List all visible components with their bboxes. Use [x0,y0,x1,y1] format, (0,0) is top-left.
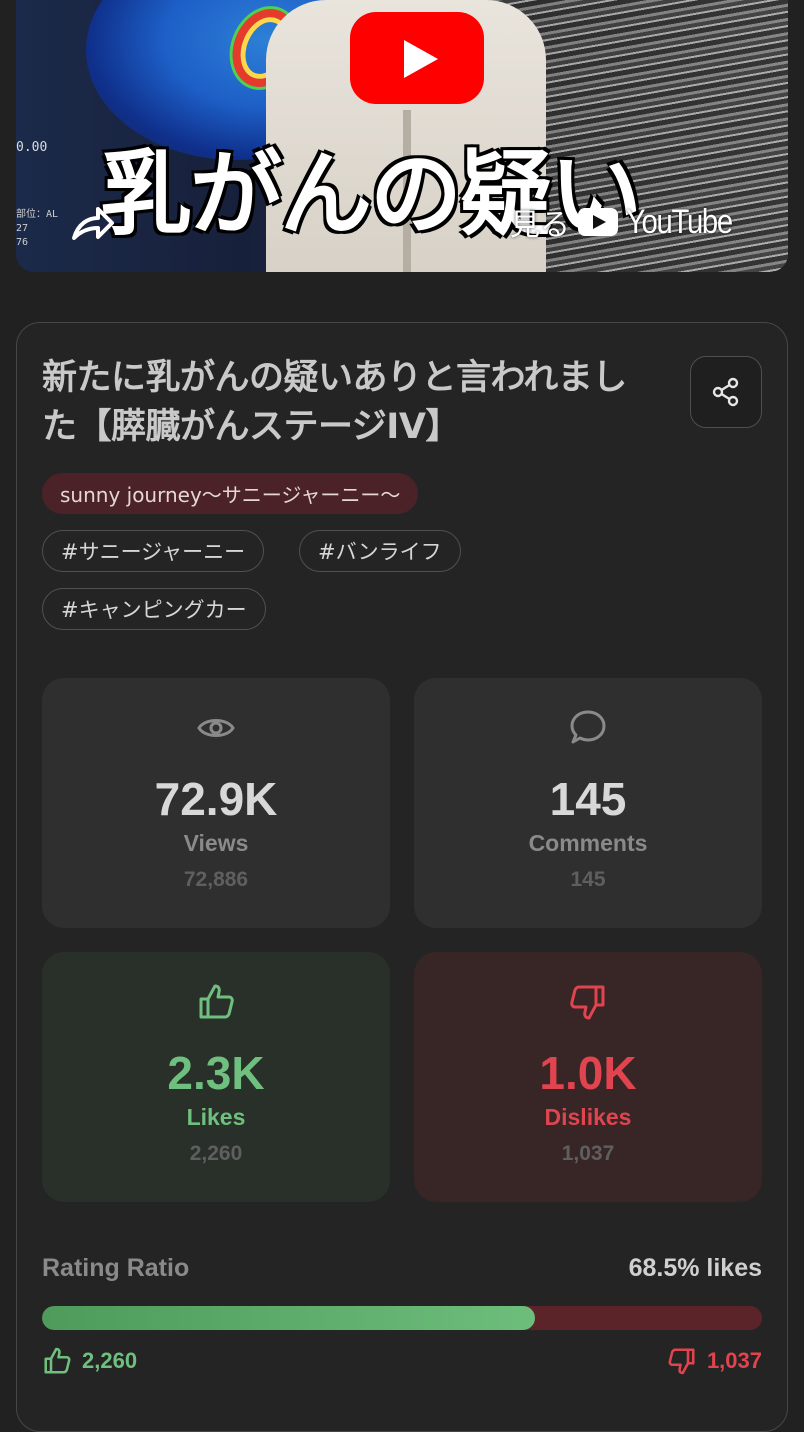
comments-label: Comments [528,830,648,856]
comments-short: 145 [549,773,627,825]
share-arrow-icon[interactable] [68,200,116,246]
views-stat-card: 72.9K Views 72,886 [42,678,390,928]
dislikes-stat-card: 1.0K Dislikes 1,037 [414,952,762,1202]
thumbs-up-icon [44,1347,71,1374]
comments-exact: 145 [570,868,606,891]
scan-scale-text: 0.00 [16,140,48,155]
likes-label: Likes [186,1104,246,1130]
thumbs-down-icon [668,1348,695,1375]
share-button[interactable] [690,356,762,428]
likes-short: 2.3K [167,1047,265,1099]
dislikes-short: 1.0K [539,1047,637,1099]
watch-on-label: 見る [510,209,570,242]
views-label: Views [183,830,249,856]
video-embed[interactable]: 0.00 部位：AL 27 76 乳がんの疑い 見る YouTube [16,0,788,272]
rating-ratio-value: 68.5% likes [628,1254,762,1282]
rating-dislikes-count: 1,037 [667,1346,762,1376]
rating-dislikes-value: 1,037 [706,1348,762,1373]
share-nodes-icon [712,377,739,407]
rating-bar-like-fill [42,1306,536,1330]
dislikes-label: Dislikes [544,1104,632,1130]
dislikes-exact: 1,037 [561,1142,615,1165]
views-short: 72.9K [154,773,278,825]
rating-bar [42,1306,762,1330]
likes-exact: 2,260 [189,1142,243,1165]
rating-likes-value: 2,260 [82,1348,138,1373]
thumbs-up-icon [199,984,234,1019]
tag-chip[interactable]: #サニージャーニー [42,530,265,572]
youtube-logo-icon [578,208,618,236]
youtube-play-icon[interactable] [350,12,484,104]
rating-likes-count: 2,260 [42,1346,137,1376]
likes-stat-card: 2.3K Likes 2,260 [42,952,390,1202]
comments-stat-card: 145 Comments 145 [414,678,762,928]
channel-pill[interactable]: sunny journey〜サニージャーニー〜 [42,473,419,514]
tag-chip[interactable]: #バンライフ [299,530,461,572]
tag-chip[interactable]: #キャンピングカー [42,588,266,630]
rating-ratio-label: Rating Ratio [42,1254,190,1282]
eye-icon [197,719,235,737]
views-exact: 72,886 [183,868,249,891]
thumbs-down-icon [570,985,605,1020]
video-title: 新たに乳がんの疑いありと言われました【膵臓がんステージIV】 [42,358,627,447]
comment-icon [570,710,606,744]
youtube-wordmark: YouTube [626,202,733,241]
scan-small-text: 部位：AL 27 76 [16,209,59,248]
watch-on-youtube-link[interactable]: 見る YouTube [510,198,749,246]
